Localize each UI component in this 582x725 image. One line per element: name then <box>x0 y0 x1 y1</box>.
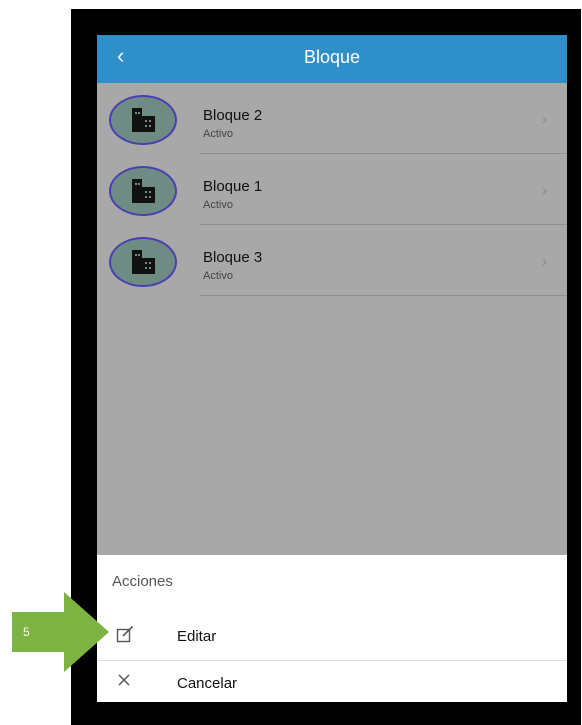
list-item[interactable]: Bloque 1 Activo › <box>97 154 567 225</box>
cancel-action[interactable]: Cancelar <box>97 664 567 702</box>
edit-icon <box>116 625 134 648</box>
building-icon <box>109 166 177 216</box>
item-name: Bloque 1 <box>203 178 263 195</box>
page-title: Bloque <box>303 47 361 67</box>
step-number: 5 <box>23 625 30 639</box>
list-item[interactable]: Bloque 3 Activo › <box>97 225 567 296</box>
chevron-right-icon: › <box>542 111 547 128</box>
building-icon <box>109 95 177 145</box>
item-status: Activo <box>203 270 233 282</box>
item-name: Bloque 3 <box>203 249 263 266</box>
app-header: ‹ Bloque <box>97 35 567 83</box>
edit-action[interactable]: Editar <box>97 617 567 655</box>
action-sheet-title: Acciones <box>112 573 173 590</box>
bloque-list: Bloque 2 Activo › Bloque 1 Activo › Bloq… <box>97 83 567 296</box>
chevron-right-icon: › <box>542 182 547 199</box>
cancel-label: Cancelar <box>177 675 238 692</box>
divider <box>97 660 567 661</box>
building-icon <box>109 237 177 287</box>
close-icon <box>116 672 132 693</box>
item-name: Bloque 2 <box>203 107 263 124</box>
item-status: Activo <box>203 128 233 140</box>
action-sheet: Acciones Editar Cancelar <box>97 555 567 702</box>
list-item[interactable]: Bloque 2 Activo › <box>97 83 567 154</box>
item-status: Activo <box>203 199 233 211</box>
app-screen: ‹ Bloque Bloque 2 Activo › Bloque 1 Acti… <box>97 35 567 702</box>
edit-label: Editar <box>177 628 217 645</box>
chevron-right-icon: › <box>542 253 547 270</box>
divider <box>200 295 567 296</box>
